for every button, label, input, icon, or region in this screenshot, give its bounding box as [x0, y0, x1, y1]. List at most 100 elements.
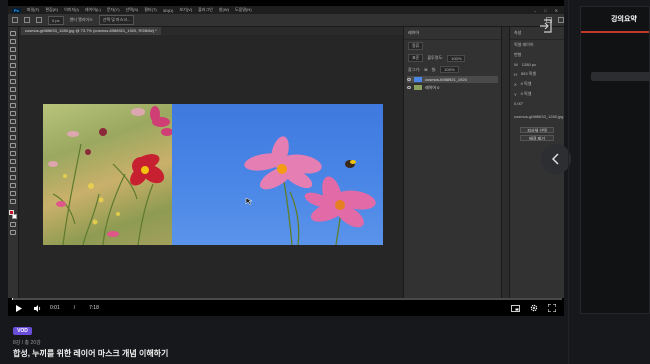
ps-menu-item: 선택(S) — [125, 7, 139, 12]
layer-row-selected: cosmos-6988921_1920 — [407, 76, 498, 83]
layer-thumbnail — [414, 85, 422, 90]
side-panel-toggle[interactable] — [541, 144, 571, 174]
quick-mask-icon — [10, 222, 16, 227]
ps-document-tabbar: cosmos-gf48f6f33_1280.jpg @ 73.7% (cosmo… — [19, 27, 403, 35]
select-subject-button: 피사체 선택 — [520, 127, 554, 133]
lock-icon: ⊠ — [424, 67, 428, 72]
ps-document-tab: cosmos-gf48f6f33_1280.jpg @ 73.7% (cosmo… — [21, 27, 161, 35]
ps-document-image — [43, 104, 383, 245]
fill-value: 100% — [440, 66, 459, 73]
stamp-tool-icon — [10, 103, 16, 108]
visibility-eye-icon — [407, 78, 411, 81]
zoom-tool-icon — [10, 191, 16, 196]
current-time: 0:01 — [50, 305, 60, 311]
foreground-color-swatch — [9, 210, 14, 215]
blur-tool-icon — [10, 135, 16, 140]
shape-tool-icon — [10, 175, 16, 180]
crop-tool-icon — [10, 63, 16, 68]
time-display: 0:01/7:18 — [50, 305, 99, 311]
ps-window-controls: – □ ✕ — [534, 8, 564, 13]
angle-value: 0.00° — [514, 101, 524, 106]
ps-panel-dock-icons — [501, 27, 509, 298]
layer-kind-filter: 종류 — [408, 42, 424, 50]
vod-badge: VOD — [13, 327, 32, 335]
w-label: W — [514, 62, 518, 67]
play-button[interactable] — [16, 302, 22, 314]
play-icon — [16, 304, 22, 312]
gear-icon — [530, 304, 538, 312]
pink-cosmos-sky-photo — [172, 104, 383, 245]
exit-lesson-button[interactable] — [538, 18, 554, 34]
picture-in-picture-button[interactable] — [511, 302, 520, 314]
color-swatches — [9, 210, 17, 219]
chevron-left-icon — [552, 153, 559, 165]
column-divider — [568, 0, 569, 364]
brush-tool-icon — [12, 17, 18, 23]
pink-cosmos-illustration — [244, 136, 376, 245]
ps-menu-item: 문자(Y) — [106, 7, 120, 12]
cosmos-field-photo — [43, 104, 173, 245]
ps-menubar: Ps 파일(F) 편집(E) 이미지(I) 레이어(L) 문자(Y) 선택(S)… — [8, 6, 564, 14]
eraser-tool-icon — [10, 119, 16, 124]
maximize-icon: □ — [544, 7, 547, 13]
h-label: H — [514, 71, 517, 77]
history-brush-icon — [10, 111, 16, 116]
move-tool-icon — [10, 31, 16, 36]
lesson-number: 8강 / 총 20강 — [13, 340, 41, 346]
healing-tool-icon — [10, 87, 16, 92]
ps-menu-item: 플러그인 — [198, 7, 213, 12]
ps-menu-item: 3D(D) — [162, 7, 174, 13]
player-controls: 0:01/7:18 — [8, 300, 564, 316]
ps-menu-item: 필터(T) — [144, 7, 157, 12]
feather-field: 0 px — [48, 15, 64, 25]
dodge-tool-icon — [10, 143, 16, 148]
total-time: 7:18 — [89, 305, 99, 311]
x-value: 0 픽셀 — [520, 81, 532, 86]
ps-options-bar: 0 px 앤티 앨리어스 선택 및 마스크... — [8, 14, 564, 27]
type-tool-icon — [10, 159, 16, 164]
ps-menu-item: 편집(E) — [45, 7, 59, 12]
lecture-summary-title: 강의요약 — [581, 7, 649, 33]
pen-tool-icon — [10, 151, 16, 156]
fill-label: 칠: — [431, 66, 437, 72]
y-label: Y — [514, 91, 517, 97]
photoshop-screen-recording: Ps 파일(F) 편집(E) 이미지(I) 레이어(L) 문자(Y) 선택(S)… — [8, 6, 564, 298]
video-player[interactable]: Ps 파일(F) 편집(E) 이미지(I) 레이어(L) 문자(Y) 선택(S)… — [8, 0, 564, 316]
lock-label: 잠그기: — [408, 66, 421, 72]
transform-section-label: 변형 — [514, 52, 522, 57]
anti-alias-option: 앤티 앨리어스 — [69, 17, 93, 22]
lasso-tool-icon — [10, 47, 16, 52]
remove-background-button: 배경 제거 — [520, 135, 554, 141]
screen-mode-icon — [10, 230, 16, 235]
volume-button[interactable] — [34, 302, 42, 314]
marquee-tool-icon — [10, 39, 16, 44]
new-selection-icon — [24, 17, 30, 23]
lesson-title: 합성, 누끼를 위한 레이어 마스크 개념 이해하기 — [13, 349, 169, 358]
quick-select-tool-icon — [10, 55, 16, 60]
ps-menu-item: 레이어(L) — [84, 7, 101, 12]
w-value: 1280 px — [521, 62, 537, 67]
cosmos-field-illustration — [48, 106, 173, 245]
h-value: 853 픽셀 — [520, 71, 537, 76]
y-value: 0 픽셀 — [520, 91, 532, 96]
exit-icon — [540, 19, 552, 33]
fullscreen-button[interactable] — [548, 302, 556, 314]
layer-row: 레이어 0 — [407, 84, 498, 91]
close-icon: ✕ — [554, 7, 558, 13]
ps-logo-icon: Ps — [12, 7, 21, 13]
brush-tool-icon — [10, 95, 16, 100]
minimize-icon: – — [533, 7, 537, 13]
share-icon — [558, 17, 564, 23]
frame-tool-icon — [10, 71, 16, 76]
layer-name: 레이어 0 — [425, 84, 440, 90]
ps-menu-item: 파일(F) — [26, 7, 40, 12]
lecture-summary-panel: 강의요약 — [580, 6, 650, 314]
ps-menu-item: 보기(V) — [179, 7, 193, 12]
select-mask-button: 선택 및 마스크... — [98, 15, 135, 25]
ps-menu-item: 이미지(I) — [64, 7, 79, 12]
settings-button[interactable] — [530, 302, 538, 314]
app-root: Ps 파일(F) 편집(E) 이미지(I) 레이어(L) 문자(Y) 선택(S)… — [0, 0, 650, 364]
ps-layers-panel: 레이어 종류 표준 불투명도: 100% 잠그기: ⊠ 칠: 100% cosm… — [403, 27, 501, 298]
layer-name: cosmos-6988921_1920 — [425, 77, 467, 82]
x-label: X — [514, 81, 517, 87]
